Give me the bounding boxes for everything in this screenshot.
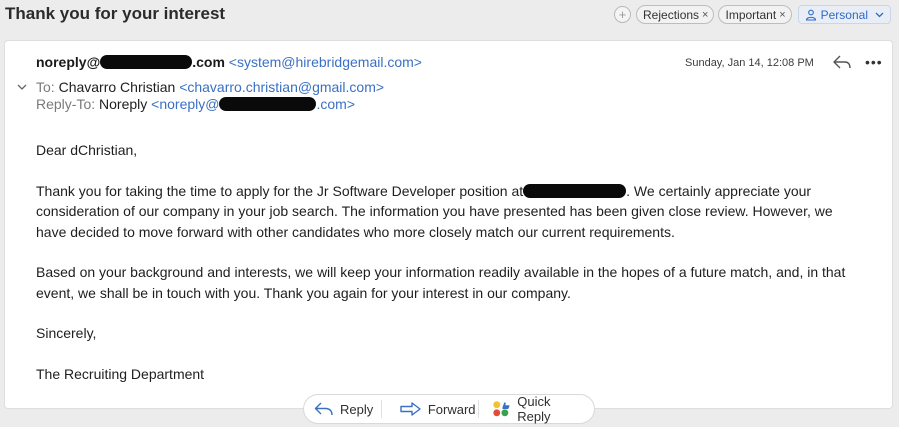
redaction-bar xyxy=(100,55,193,69)
paragraph-1-part-a: Thank you for taking the time to apply f… xyxy=(36,182,524,199)
redaction-bar xyxy=(219,97,317,111)
reply-to-name: Noreply xyxy=(99,96,148,112)
reply-to-label: Reply-To: xyxy=(36,96,96,112)
reply-to-email[interactable]: <noreply@ .com> xyxy=(151,96,355,112)
reply-label: Reply xyxy=(340,401,374,417)
greeting: Dear dChristian, xyxy=(36,142,138,158)
reply-to-email-prefix: <noreply@ xyxy=(151,96,220,112)
recipient-line: To: Chavarro Christian <chavarro.christi… xyxy=(36,79,384,95)
remove-tag-icon[interactable]: × xyxy=(779,9,785,21)
body-paragraph-2: Based on your background and interests, … xyxy=(36,264,846,301)
forward-label: Forward xyxy=(427,401,476,417)
signature: The Recruiting Department xyxy=(36,365,205,382)
chevron-down-icon xyxy=(875,12,884,17)
recipient-name: Chavarro Christian xyxy=(58,79,176,95)
remove-tag-icon[interactable]: × xyxy=(702,9,708,21)
quick-reply-label: Quick Reply xyxy=(517,394,551,424)
sender-email[interactable]: <system@hirebridgemail.com> xyxy=(229,54,422,70)
title-bar: Thank you for your interest + Rejections… xyxy=(0,0,899,30)
body-paragraph-1: Thank you for taking the time to apply f… xyxy=(36,181,856,243)
forward-button[interactable]: Forward xyxy=(390,402,478,417)
tag-bar: + Rejections × Important × Personal xyxy=(614,5,891,24)
tag-important[interactable]: Important × xyxy=(718,5,792,24)
divider xyxy=(478,400,480,418)
category-dropdown[interactable]: Personal xyxy=(797,5,891,24)
email-body: Dear dChristian, Thank you for taking th… xyxy=(36,140,856,384)
more-options-icon[interactable]: ••• xyxy=(865,54,883,70)
quick-reply-button[interactable]: Quick Reply xyxy=(484,394,584,424)
divider xyxy=(380,400,382,418)
reply-icon[interactable] xyxy=(832,53,852,71)
reply-button[interactable]: Reply xyxy=(314,402,381,417)
person-icon xyxy=(805,9,816,21)
action-bar: Reply Forward Quick Reply xyxy=(304,394,594,424)
sender-name: noreply@ xyxy=(36,54,101,70)
forward-icon xyxy=(400,402,421,416)
sender-domain-suffix: .com xyxy=(192,54,225,70)
reply-icon xyxy=(314,402,333,416)
email-subject: Thank you for your interest xyxy=(5,4,226,23)
expand-details-icon[interactable] xyxy=(17,83,27,91)
tag-label: Rejections xyxy=(643,7,700,22)
add-tag-button[interactable]: + xyxy=(614,6,632,23)
email-card: noreply@ .com <system@hirebridgemail.com>… xyxy=(5,41,892,408)
category-label: Personal xyxy=(820,7,868,22)
redaction-bar xyxy=(523,183,627,198)
emoji-reactions-icon xyxy=(493,401,510,417)
to-label: To: xyxy=(36,79,55,95)
reply-to-line: Reply-To: Noreply <noreply@ .com> xyxy=(36,96,355,112)
reply-to-email-suffix: .com> xyxy=(316,96,355,112)
closing: Sincerely, xyxy=(36,325,97,341)
recipient-email[interactable]: <chavarro.christian@gmail.com> xyxy=(179,79,384,95)
tag-label: Important xyxy=(725,7,777,22)
email-date: Sunday, Jan 14, 12:08 PM xyxy=(685,57,814,69)
sender-line: noreply@ .com <system@hirebridgemail.com> xyxy=(36,54,422,70)
tag-rejections[interactable]: Rejections × xyxy=(636,5,715,24)
